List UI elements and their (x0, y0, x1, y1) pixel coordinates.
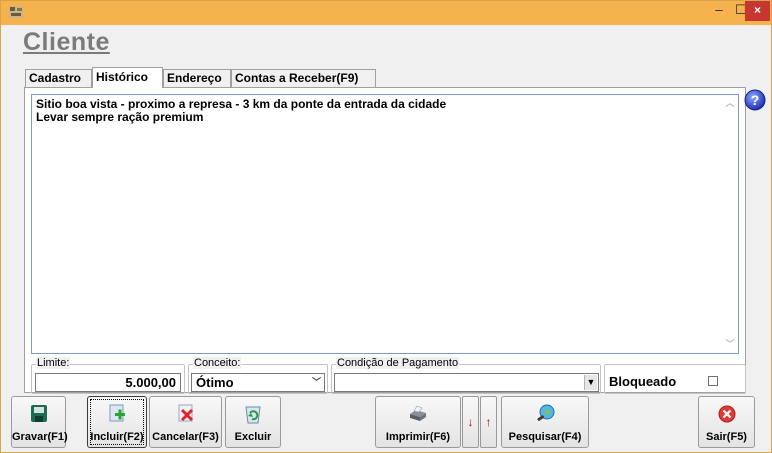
memo-scrollbar[interactable]: ︿ ﹀ (722, 95, 738, 353)
tab-historico[interactable]: Histórico (92, 67, 163, 88)
limite-label: Limite: (36, 357, 71, 369)
condicao-group: Condição de Pagamento ▼ (331, 357, 601, 394)
cancelar-label: Cancelar(F3) (152, 431, 219, 443)
client-window: – ☐ × Cliente Cadastro Histórico Endereç… (0, 0, 772, 453)
search-globe-icon (537, 404, 555, 421)
excluir-button[interactable]: Excluir (225, 396, 281, 448)
tab-cadastro[interactable]: Cadastro (25, 69, 92, 87)
condicao-label: Condição de Pagamento (336, 357, 460, 369)
incluir-button[interactable]: Incluir(F2) (87, 396, 147, 448)
printer-icon (410, 405, 426, 421)
chevron-down-icon[interactable]: ﹀ (310, 375, 323, 390)
help-icon[interactable]: ? (744, 89, 766, 111)
scroll-down-icon[interactable]: ﹀ (725, 339, 735, 349)
scroll-up-icon[interactable]: ︿ (725, 98, 735, 108)
sair-button[interactable]: Sair(F5) (698, 396, 755, 448)
conceito-group: Conceito: Ótimo ﹀ (188, 357, 328, 394)
limite-group: Limite: 5.000,00 (31, 357, 185, 394)
limite-input[interactable]: 5.000,00 (35, 373, 181, 392)
imprimir-label: Imprimir(F6) (385, 431, 451, 443)
tab-endereco[interactable]: Endereço (163, 69, 231, 87)
sair-label: Sair(F5) (706, 431, 747, 443)
gravar-label: Gravar(F1) (12, 431, 68, 443)
historico-memo[interactable]: Sitio boa vista - proximo a represa - 3 … (31, 94, 739, 354)
tab-contas-a-receber[interactable]: Contas a Receber(F9) (231, 69, 376, 87)
title-bar[interactable]: – ☐ × (1, 1, 771, 25)
historico-line: Levar sempre ração premium (36, 110, 204, 124)
pesquisar-button[interactable]: Pesquisar(F4) (501, 396, 589, 448)
conceito-value: Ótimo (196, 375, 234, 390)
bloqueado-checkbox[interactable] (708, 376, 718, 386)
app-icon (9, 6, 23, 18)
cancel-icon (178, 404, 193, 422)
bloqueado-label: Bloqueado (609, 374, 677, 389)
dropdown-arrow-icon[interactable]: ▼ (584, 375, 597, 390)
pesquisar-label: Pesquisar(F4) (508, 431, 582, 443)
conceito-label: Conceito: (193, 357, 242, 369)
conceito-select[interactable]: Ótimo ﹀ (191, 373, 325, 392)
svg-text:?: ? (751, 92, 760, 108)
cancelar-button[interactable]: Cancelar(F3) (149, 396, 222, 448)
condicao-select[interactable]: ▼ (334, 373, 599, 392)
action-toolbar: Gravar(F1) Incluir(F2) Cancelar(F3) Excl… (9, 393, 769, 451)
move-up-button[interactable]: ↑ (480, 396, 497, 448)
save-icon (30, 405, 47, 422)
page-title: Cliente (23, 28, 110, 56)
excluir-label: Excluir (234, 431, 272, 443)
add-icon (109, 404, 125, 422)
move-down-button[interactable]: ↓ (462, 396, 479, 448)
imprimir-button[interactable]: Imprimir(F6) (375, 396, 461, 448)
bloqueado-group: Bloqueado (604, 364, 746, 394)
close-button[interactable]: × (745, 1, 770, 21)
gravar-button[interactable]: Gravar(F1) (11, 396, 68, 448)
exit-icon (718, 405, 735, 423)
minimize-button[interactable]: – (708, 1, 730, 21)
recycle-bin-icon (245, 406, 261, 424)
incluir-label: Incluir(F2) (90, 431, 144, 443)
